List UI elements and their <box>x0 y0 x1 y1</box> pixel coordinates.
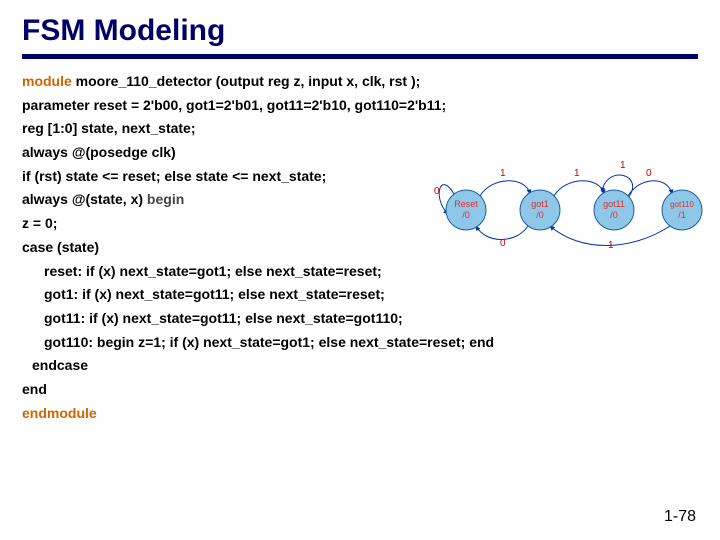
slide: FSM Modeling module moore_110_detector (… <box>0 0 720 540</box>
edge-got11-got110 <box>628 181 672 196</box>
state-label: got11 <box>603 199 625 209</box>
keyword-endmodule: endmodule <box>22 405 97 421</box>
state-got110: got110 /1 <box>662 190 702 230</box>
code-text: begin <box>143 191 184 207</box>
state-output: /0 <box>610 210 618 220</box>
code-line-12: got110: begin z=1; if (x) next_state=got… <box>22 332 698 354</box>
state-label: Reset <box>454 199 478 209</box>
edge-reset-got1 <box>480 181 530 196</box>
code-text: always @(state, x) <box>22 191 143 207</box>
code-line-2: parameter reset = 2'b00, got1=2'b01, got… <box>22 95 698 117</box>
state-output: /0 <box>462 210 470 220</box>
edge-label: 1 <box>500 168 506 179</box>
edge-got1-got11 <box>554 181 604 196</box>
edge-label: 0 <box>646 168 652 179</box>
code-line-10: got1: if (x) next_state=got11; else next… <box>22 284 698 306</box>
code-line-13: endcase <box>22 355 698 377</box>
edge-label: 1 <box>620 160 626 171</box>
state-got11: got11 /0 <box>594 190 634 230</box>
state-label: got1 <box>531 199 549 209</box>
fsm-diagram: 0 1 1 0 1 0 1 Reset /0 got1 /0 got11 <box>430 146 706 252</box>
code-line-1: module moore_110_detector (output reg z,… <box>22 71 698 93</box>
title-underline <box>22 54 698 59</box>
code-text: moore_110_detector (output reg z, input … <box>72 73 421 89</box>
state-output: /0 <box>536 210 544 220</box>
edge-label: 0 <box>500 238 506 249</box>
keyword-module: module <box>22 73 72 89</box>
code-line-15: endmodule <box>22 403 698 425</box>
slide-title: FSM Modeling <box>0 0 720 54</box>
code-line-3: reg [1:0] state, next_state; <box>22 118 698 140</box>
page-number: 1-78 <box>664 508 696 526</box>
code-line-11: got11: if (x) next_state=got11; else nex… <box>22 308 698 330</box>
state-reset: Reset /0 <box>446 190 486 230</box>
code-line-9: reset: if (x) next_state=got1; else next… <box>22 261 698 283</box>
code-line-14: end <box>22 379 698 401</box>
edge-label: 1 <box>574 168 580 179</box>
state-output: /1 <box>678 210 686 220</box>
state-label: got110 <box>670 200 694 209</box>
state-got1: got1 /0 <box>520 190 560 230</box>
edge-label: 1 <box>608 240 614 251</box>
edge-label: 0 <box>434 186 440 197</box>
